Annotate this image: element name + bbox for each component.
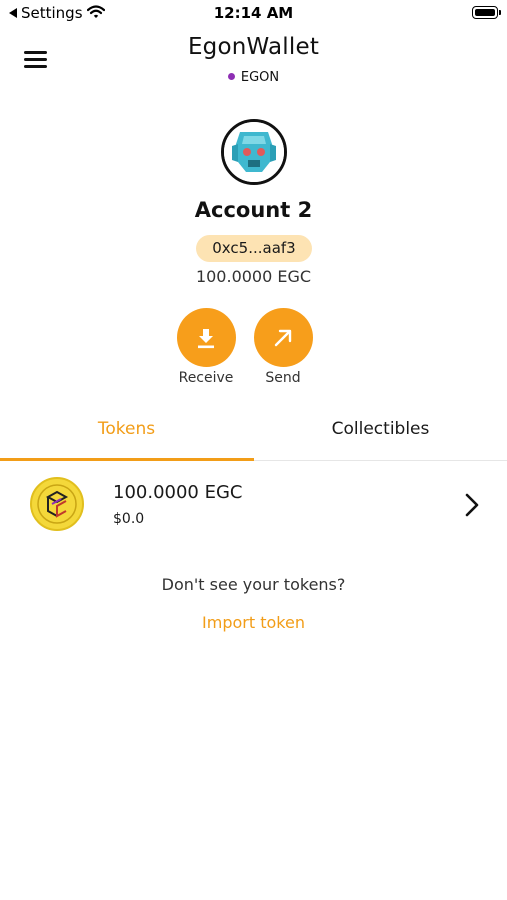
network-dot-icon <box>227 73 235 80</box>
chevron-right-icon[interactable] <box>462 492 482 518</box>
token-amount: 100.0000 EGC <box>113 482 243 503</box>
tab-collectibles[interactable]: Collectibles <box>254 405 507 461</box>
download-icon <box>198 328 214 348</box>
app-title: EgonWallet <box>187 34 320 60</box>
send-label: Send <box>265 370 301 386</box>
clock: 12:14 AM <box>213 4 294 22</box>
import-token-link[interactable]: Import token <box>0 613 507 632</box>
account-address[interactable]: 0xc5...aaf3 <box>196 235 312 262</box>
account-avatar[interactable] <box>221 119 287 185</box>
receive-button[interactable]: Receive <box>176 308 236 386</box>
network-name: EGON <box>240 70 280 85</box>
active-tab-indicator <box>0 458 254 461</box>
send-button[interactable]: Send <box>253 308 313 386</box>
receive-label: Receive <box>178 370 234 386</box>
token-row[interactable]: 100.0000 EGC $0.0 <box>0 470 507 544</box>
avatar-image <box>224 122 284 182</box>
egon-coin-icon <box>30 477 84 531</box>
network-indicator[interactable]: EGON <box>0 70 507 85</box>
tab-tokens[interactable]: Tokens <box>0 405 253 461</box>
arrow-up-right-icon <box>274 329 292 346</box>
account-balance: 100.0000 EGC <box>195 267 312 286</box>
account-name[interactable]: Account 2 <box>0 198 507 222</box>
battery-icon <box>472 6 501 19</box>
token-fiat-value: $0.0 <box>113 511 145 527</box>
no-tokens-prompt: Don't see your tokens? <box>161 575 346 594</box>
status-bar: Settings 12:14 AM <box>0 0 507 28</box>
